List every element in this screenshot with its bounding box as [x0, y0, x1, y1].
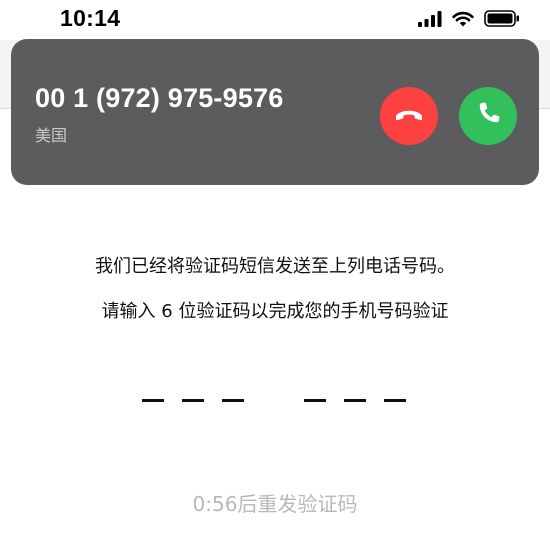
decline-call-button[interactable] — [380, 87, 438, 145]
code-digit-slot[interactable] — [304, 399, 326, 402]
wifi-icon — [452, 11, 474, 27]
phone-screen: 10:14 00 1 (972) 975-9576 美国 我们已经将验证码短信发… — [0, 0, 550, 550]
code-digit-slot[interactable] — [384, 399, 406, 402]
code-digit-slot[interactable] — [222, 399, 244, 402]
status-time: 10:14 — [60, 5, 121, 31]
accept-call-button[interactable] — [459, 87, 517, 145]
caller-number: 00 1 (972) 975-9576 — [35, 83, 284, 113]
cellular-signal-icon — [418, 10, 442, 27]
caller-location: 美国 — [35, 126, 68, 145]
phone-icon — [475, 101, 501, 131]
code-digit-slot[interactable] — [182, 399, 204, 402]
code-digit-slot[interactable] — [142, 399, 164, 402]
incoming-call-banner[interactable]: 00 1 (972) 975-9576 美国 — [11, 39, 539, 185]
code-digit-slot[interactable] — [344, 399, 366, 402]
phone-hangup-icon — [394, 107, 424, 126]
battery-icon — [484, 10, 520, 27]
status-bar: 10:14 — [0, 0, 550, 40]
enter-code-instruction: 请输入 6 位验证码以完成您的手机号码验证 — [101, 301, 449, 322]
sms-sent-message: 我们已经将验证码短信发送至上列电话号码。 — [95, 256, 455, 277]
verification-code-input[interactable] — [0, 399, 550, 403]
status-icons — [418, 10, 520, 27]
resend-code-countdown: 0:56后重发验证码 — [192, 492, 358, 516]
